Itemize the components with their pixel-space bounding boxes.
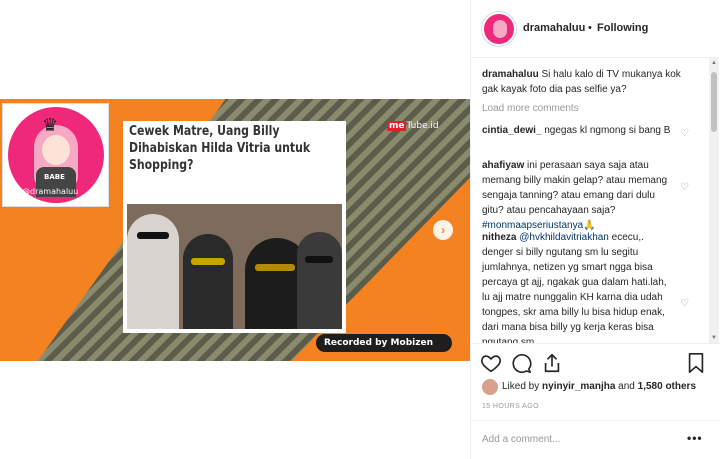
liker-avatar[interactable] (482, 379, 498, 395)
sunglasses-4 (305, 256, 333, 263)
comment-mention[interactable]: @hvkhildavitriakhan (519, 232, 609, 243)
post-timestamp[interactable]: 15 HOURS AGO (482, 403, 539, 410)
news-title: Cewek Matre, Uang Billy Dihabiskan Hilda… (129, 124, 311, 173)
sunglasses-3 (255, 264, 295, 271)
header-separator: • (588, 22, 592, 34)
comment-item: cintia_dewi_ ngegas kl ngmong si bang B (482, 123, 677, 138)
action-bar (471, 343, 720, 381)
scroll-down-icon[interactable]: ▼ (709, 335, 719, 341)
following-button[interactable]: Following (597, 22, 648, 34)
comment-text: ececu,. denger si billy ngutang sm lu se… (482, 232, 667, 343)
comment-icon[interactable] (510, 352, 532, 374)
more-options-icon[interactable]: ••• (687, 431, 703, 445)
next-slide-button[interactable]: › (433, 220, 453, 240)
bookmark-icon[interactable] (685, 352, 707, 374)
person-4 (297, 232, 342, 329)
comment-like-icon[interactable]: ♡ (680, 182, 689, 193)
liker-username[interactable]: nyinyir_manjha (542, 381, 615, 392)
add-comment-input[interactable] (482, 434, 672, 445)
comment-item: nitheza @hvkhildavitriakhan ececu,. deng… (482, 230, 677, 343)
news-card: Cewek Matre, Uang Billy Dihabiskan Hilda… (123, 121, 346, 333)
sunglasses-1 (137, 232, 169, 239)
account-avatar-illustration: ♛ BABE @dramahaluu (8, 107, 104, 203)
avatar-hair-mini (493, 20, 507, 38)
crown-icon: ♛ (42, 115, 59, 135)
avatar-face (42, 135, 70, 165)
likes-text: Liked by nyinyir_manjha and 1,580 others (502, 381, 697, 392)
person-2 (183, 234, 233, 329)
comment-like-icon[interactable]: ♡ (680, 298, 689, 309)
likes-row: Liked by nyinyir_manjha and 1,580 others (482, 378, 717, 396)
comment-item: ahafiyaw ini perasaan saya saja atau mem… (482, 158, 677, 233)
post-sidebar: dramahaluu • Following dramahaluu Si hal… (470, 0, 720, 459)
post-image[interactable]: ♛ BABE @dramahaluu Cewek Matre, Uang Bil… (0, 99, 470, 361)
comment-like-icon[interactable]: ♡ (680, 128, 689, 139)
metube-logo: me Tube.id (387, 121, 439, 131)
likes-others-link[interactable]: 1,580 others (638, 381, 696, 392)
comments-scrollbar[interactable]: ▲ ▼ (709, 58, 719, 343)
load-more-comments-button[interactable]: Load more comments (482, 103, 579, 114)
avatar-handle: @dramahaluu (22, 187, 79, 196)
comment-username[interactable]: ahafiyaw (482, 160, 524, 171)
comments-list: dramahaluu Si halu kalo di TV mukanya ko… (471, 58, 720, 343)
avatar-tag: BABE (44, 173, 65, 181)
scroll-up-icon[interactable]: ▲ (709, 60, 719, 66)
header-username[interactable]: dramahaluu (523, 22, 585, 34)
sunglasses-2 (191, 258, 225, 265)
caption-username[interactable]: dramahaluu (482, 69, 539, 80)
add-comment-bar: ••• (471, 420, 720, 459)
share-icon[interactable] (541, 352, 563, 374)
post-header: dramahaluu • Following (471, 0, 720, 58)
scroll-thumb[interactable] (711, 72, 717, 132)
account-avatar-frame: ♛ BABE @dramahaluu (2, 103, 109, 207)
comment-username[interactable]: cintia_dewi_ (482, 125, 541, 136)
comment-text: ngegas kl ngmong si bang B (544, 125, 671, 136)
caption: dramahaluu Si halu kalo di TV mukanya ko… (482, 67, 687, 97)
comment-username[interactable]: nitheza (482, 232, 516, 243)
media-column: ♛ BABE @dramahaluu Cewek Matre, Uang Bil… (0, 0, 470, 459)
header-avatar[interactable] (482, 12, 516, 46)
recorded-by-badge: Recorded by Mobizen (316, 334, 452, 352)
news-photo (127, 204, 342, 329)
heart-icon[interactable] (480, 352, 502, 374)
